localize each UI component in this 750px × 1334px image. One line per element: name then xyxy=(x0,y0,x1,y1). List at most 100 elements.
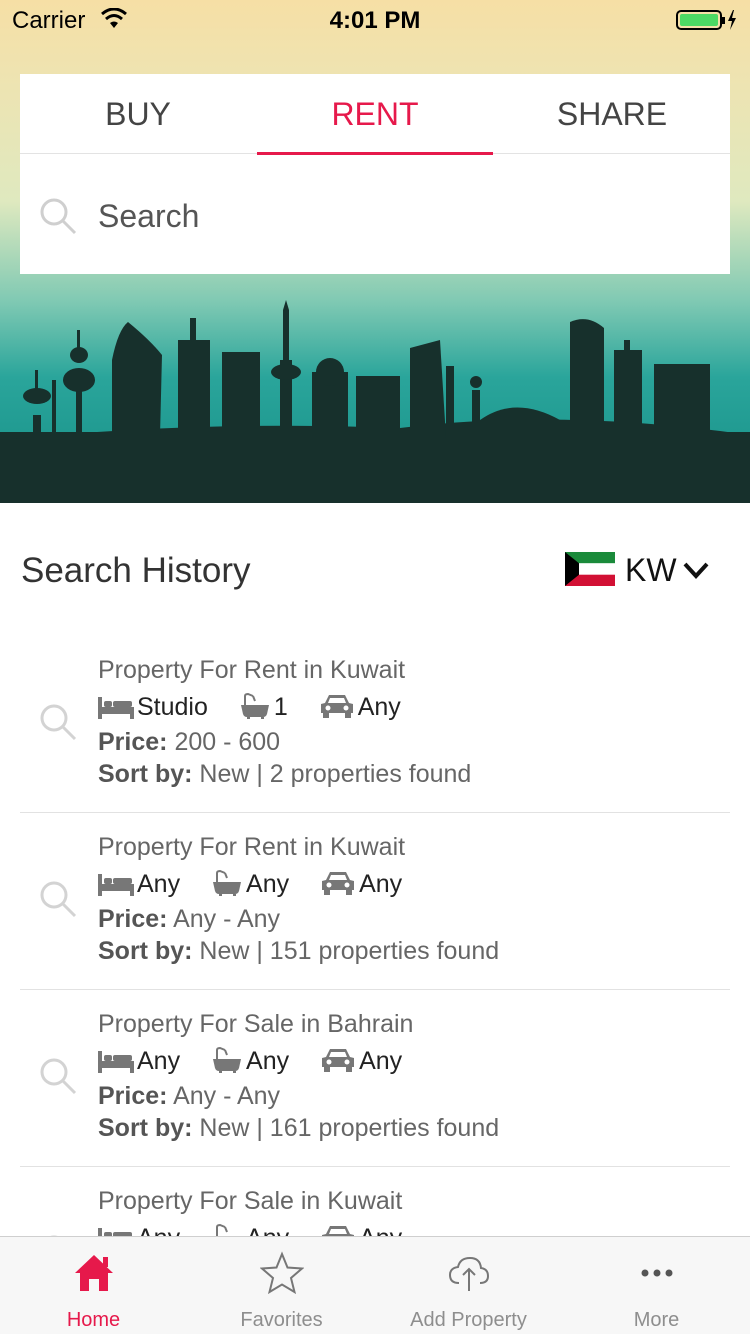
bedrooms-value: Any xyxy=(137,1224,180,1236)
bathtub-icon xyxy=(213,1223,242,1236)
more-dots-icon xyxy=(641,1269,672,1277)
tabbar-favorites[interactable]: Favorites xyxy=(188,1237,375,1334)
bedrooms-feature: Any xyxy=(98,1047,180,1076)
history-sort: Sort by: New | 151 properties found xyxy=(98,937,499,966)
car-icon xyxy=(322,1048,355,1072)
tab-buy[interactable]: BUY xyxy=(20,74,256,154)
tabbar-add-property[interactable]: Add Property xyxy=(375,1237,562,1334)
price-value: Any - Any xyxy=(173,1082,281,1110)
tabbar-favorites-label: Favorites xyxy=(240,1309,323,1331)
parking-value: Any xyxy=(357,692,401,721)
history-price: Price: Any - Any xyxy=(98,905,280,934)
price-value: 200 - 600 xyxy=(174,728,281,756)
bathtub-icon xyxy=(213,869,242,896)
price-label: Price: xyxy=(98,905,168,933)
bed-icon xyxy=(98,873,134,896)
city-skyline-image xyxy=(0,300,750,503)
search-icon xyxy=(40,1058,77,1095)
tab-rent[interactable]: RENT xyxy=(257,74,493,155)
car-icon xyxy=(322,1225,355,1236)
parking-feature: Any xyxy=(319,693,401,722)
bedrooms-feature: Studio xyxy=(98,693,208,722)
search-history-list: Property For Rent in Kuwait Studio 1 Any… xyxy=(20,636,730,1236)
bathrooms-value: 1 xyxy=(273,692,288,721)
bathtub-icon xyxy=(240,692,269,719)
sort-value: New | 161 properties found xyxy=(199,1114,500,1142)
bed-icon xyxy=(98,696,134,719)
history-features: Any Any Any xyxy=(98,869,426,901)
search-icon xyxy=(40,198,77,235)
price-label: Price: xyxy=(98,1082,168,1110)
bedrooms-value: Any xyxy=(137,1046,181,1075)
price-label: Price: xyxy=(98,728,168,756)
search-history-item[interactable]: Property For Rent in Kuwait Any Any Any … xyxy=(20,813,730,990)
history-sort: Sort by: New | 161 properties found xyxy=(98,1114,499,1143)
bedrooms-feature: Any xyxy=(98,1224,180,1236)
bathrooms-value: Any xyxy=(246,869,290,898)
search-history-header: Search History KW xyxy=(0,503,750,633)
bathrooms-feature: Any xyxy=(211,869,290,899)
cloud-upload-icon xyxy=(448,1256,489,1291)
battery-charging-icon xyxy=(676,10,736,30)
car-icon xyxy=(322,871,355,895)
bathrooms-value: Any xyxy=(246,1224,289,1236)
sort-label: Sort by: xyxy=(98,937,193,965)
search-history-item[interactable]: Property For Sale in Kuwait Any Any xyxy=(20,1167,730,1236)
search-input[interactable] xyxy=(98,192,698,240)
parking-value: Any xyxy=(359,1046,403,1075)
bathrooms-value: Any xyxy=(246,1046,290,1075)
history-title: Property For Sale in Bahrain xyxy=(98,1010,414,1038)
search-icon xyxy=(40,881,77,918)
history-title: Property For Rent in Kuwait xyxy=(98,656,406,684)
country-code: KW xyxy=(625,552,677,588)
history-features: Any Any Any xyxy=(98,1046,426,1078)
car-icon xyxy=(320,694,353,718)
listing-type-tabs: BUY RENT SHARE xyxy=(20,74,730,155)
history-price: Price: 200 - 600 xyxy=(98,728,280,757)
tabbar-add-property-label: Add Property xyxy=(410,1309,527,1331)
parking-value: Any xyxy=(359,1224,402,1236)
history-features: Any Any Any xyxy=(98,1223,426,1236)
tabbar-more-label: More xyxy=(633,1309,680,1331)
tabbar-home[interactable]: Home xyxy=(0,1237,187,1334)
history-title: Property For Rent in Kuwait xyxy=(98,833,406,861)
section-title: Search History xyxy=(21,551,251,590)
tabbar-home-label: Home xyxy=(66,1309,121,1331)
search-history-item[interactable]: Property For Rent in Kuwait Studio 1 Any… xyxy=(20,636,730,813)
tabbar-more[interactable]: More xyxy=(563,1237,750,1334)
sort-value: New | 151 properties found xyxy=(199,937,500,965)
bathrooms-feature: Any xyxy=(211,1046,290,1076)
bathrooms-feature: Any xyxy=(211,1223,289,1236)
history-price: Price: Any - Any xyxy=(98,1082,280,1111)
bedrooms-value: Any xyxy=(137,869,181,898)
bathtub-icon xyxy=(213,1046,242,1073)
price-value: Any - Any xyxy=(173,905,281,933)
status-time: 4:01 PM xyxy=(329,7,421,34)
history-sort: Sort by: New | 2 properties found xyxy=(98,760,471,789)
country-selector[interactable]: KW xyxy=(565,552,715,592)
bedrooms-value: Studio xyxy=(137,692,208,721)
bed-icon xyxy=(98,1227,132,1236)
sort-label: Sort by: xyxy=(98,1114,193,1142)
search-history-item[interactable]: Property For Sale in Bahrain Any Any Any… xyxy=(20,990,730,1167)
bed-icon xyxy=(98,1050,134,1073)
parking-feature: Any xyxy=(320,1224,402,1236)
tab-share[interactable]: SHARE xyxy=(494,74,730,154)
bedrooms-feature: Any xyxy=(98,870,180,899)
status-bar: Carrier 4:01 PM xyxy=(0,0,750,40)
star-icon xyxy=(259,1251,304,1295)
search-bar[interactable] xyxy=(20,154,730,274)
home-icon xyxy=(74,1255,113,1291)
sort-value: New | 2 properties found xyxy=(199,760,472,788)
search-icon xyxy=(40,704,77,741)
bottom-tab-bar: Home Favorites Add Property More xyxy=(0,1236,750,1334)
parking-value: Any xyxy=(359,869,403,898)
search-card: BUY RENT SHARE xyxy=(20,74,730,274)
history-features: Studio 1 Any xyxy=(98,692,425,724)
history-title: Property For Sale in Kuwait xyxy=(98,1187,403,1215)
parking-feature: Any xyxy=(320,1047,402,1076)
chevron-down-icon xyxy=(683,562,709,579)
sort-label: Sort by: xyxy=(98,760,193,788)
parking-feature: Any xyxy=(320,870,402,899)
bathrooms-feature: 1 xyxy=(239,692,288,722)
